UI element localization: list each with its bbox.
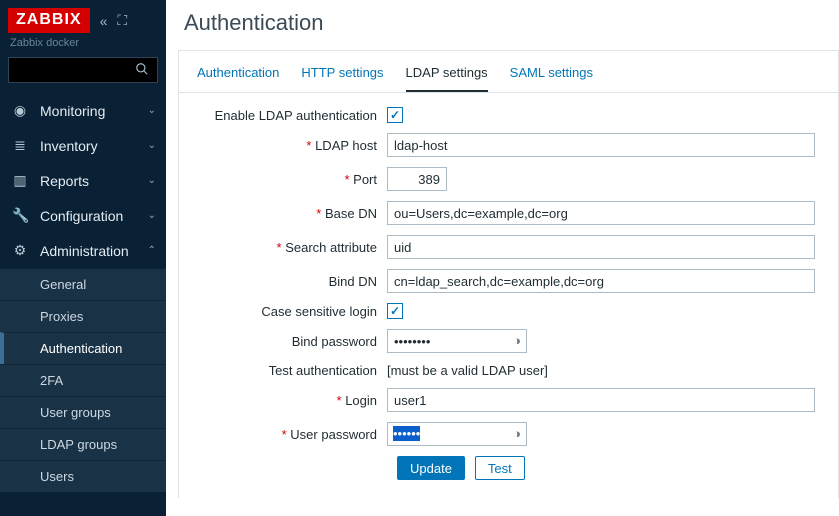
tab-authentication[interactable]: Authentication <box>197 61 279 92</box>
case-sensitive-label: Case sensitive login <box>197 304 387 319</box>
subnav-item-general[interactable]: General <box>0 268 166 300</box>
bind-password-input[interactable] <box>387 329 527 353</box>
subnav-item-users[interactable]: Users <box>0 460 166 492</box>
list-icon: ≣ <box>12 137 28 154</box>
nav-item-monitoring[interactable]: ◉ Monitoring ⌄ <box>0 93 166 128</box>
bind-dn-input[interactable] <box>387 269 815 293</box>
ldap-host-input[interactable] <box>387 133 815 157</box>
subnav-item-authentication[interactable]: Authentication <box>0 332 166 364</box>
collapse-icon[interactable]: « <box>100 13 108 29</box>
chevron-down-icon: ⌄ <box>148 175 156 186</box>
test-auth-hint: [must be a valid LDAP user] <box>387 363 548 378</box>
base-dn-input[interactable] <box>387 201 815 225</box>
chevron-up-icon: ⌃ <box>148 245 156 256</box>
form: Enable LDAP authentication ✓ LDAP host P… <box>179 93 838 498</box>
chevron-down-icon: ⌄ <box>148 105 156 116</box>
nav-item-configuration[interactable]: 🔧 Configuration ⌄ <box>0 198 166 233</box>
update-button[interactable]: Update <box>397 456 465 480</box>
nav-item-administration[interactable]: ⚙ Administration ⌃ <box>0 233 166 268</box>
enable-ldap-checkbox[interactable]: ✓ <box>387 107 403 123</box>
search-icon <box>135 62 149 79</box>
nav-item-reports[interactable]: ▥ Reports ⌄ <box>0 163 166 198</box>
enable-ldap-label: Enable LDAP authentication <box>197 108 387 123</box>
fullscreen-icon[interactable]: ⛶ <box>117 12 127 29</box>
gear-icon: ⚙ <box>12 242 28 259</box>
eye-icon: ◉ <box>12 102 28 119</box>
wrench-icon: 🔧 <box>12 207 28 224</box>
chart-icon: ▥ <box>12 172 28 189</box>
port-label: Port <box>197 172 387 187</box>
panel: Authentication HTTP settings LDAP settin… <box>178 50 839 498</box>
bind-password-label: Bind password <box>197 334 387 349</box>
sidebar: ZABBIX « ⛶ Zabbix docker ◉ Monitoring ⌄ … <box>0 0 166 516</box>
nav-label: Inventory <box>40 138 98 154</box>
test-button[interactable]: Test <box>475 456 525 480</box>
page-title: Authentication <box>166 0 839 50</box>
nav-label: Monitoring <box>40 103 105 119</box>
tab-ldap-settings[interactable]: LDAP settings <box>406 61 488 92</box>
nav-label: Administration <box>40 243 129 259</box>
main: Authentication Authentication HTTP setti… <box>166 0 839 516</box>
search-attr-label: Search attribute <box>197 240 387 255</box>
chevron-down-icon: ⌄ <box>148 210 156 221</box>
subnav-item-2fa[interactable]: 2FA <box>0 364 166 396</box>
test-auth-label: Test authentication <box>197 363 387 378</box>
nav-item-inventory[interactable]: ≣ Inventory ⌄ <box>0 128 166 163</box>
nav: ◉ Monitoring ⌄ ≣ Inventory ⌄ ▥ Reports ⌄… <box>0 93 166 268</box>
case-sensitive-checkbox[interactable]: ✓ <box>387 303 403 319</box>
login-label: Login <box>197 393 387 408</box>
subnav-item-proxies[interactable]: Proxies <box>0 300 166 332</box>
sidebar-header: ZABBIX « ⛶ <box>0 0 166 37</box>
user-password-label: User password <box>197 427 387 442</box>
subnav-item-ldap-groups[interactable]: LDAP groups <box>0 428 166 460</box>
nav-label: Configuration <box>40 208 123 224</box>
search-attr-input[interactable] <box>387 235 815 259</box>
subnav: General Proxies Authentication 2FA User … <box>0 268 166 492</box>
search-input[interactable] <box>8 57 158 83</box>
bind-dn-label: Bind DN <box>197 274 387 289</box>
chevron-down-icon: ⌄ <box>148 140 156 151</box>
brand-subtitle: Zabbix docker <box>0 37 166 57</box>
tab-http-settings[interactable]: HTTP settings <box>301 61 383 92</box>
tab-saml-settings[interactable]: SAML settings <box>510 61 593 92</box>
port-input[interactable] <box>387 167 447 191</box>
subnav-item-user-groups[interactable]: User groups <box>0 396 166 428</box>
login-input[interactable] <box>387 388 815 412</box>
user-password-selection: •••••• <box>393 426 420 441</box>
ldap-host-label: LDAP host <box>197 138 387 153</box>
base-dn-label: Base DN <box>197 206 387 221</box>
tabs: Authentication HTTP settings LDAP settin… <box>179 51 838 93</box>
nav-label: Reports <box>40 173 89 189</box>
brand-logo[interactable]: ZABBIX <box>8 8 90 33</box>
